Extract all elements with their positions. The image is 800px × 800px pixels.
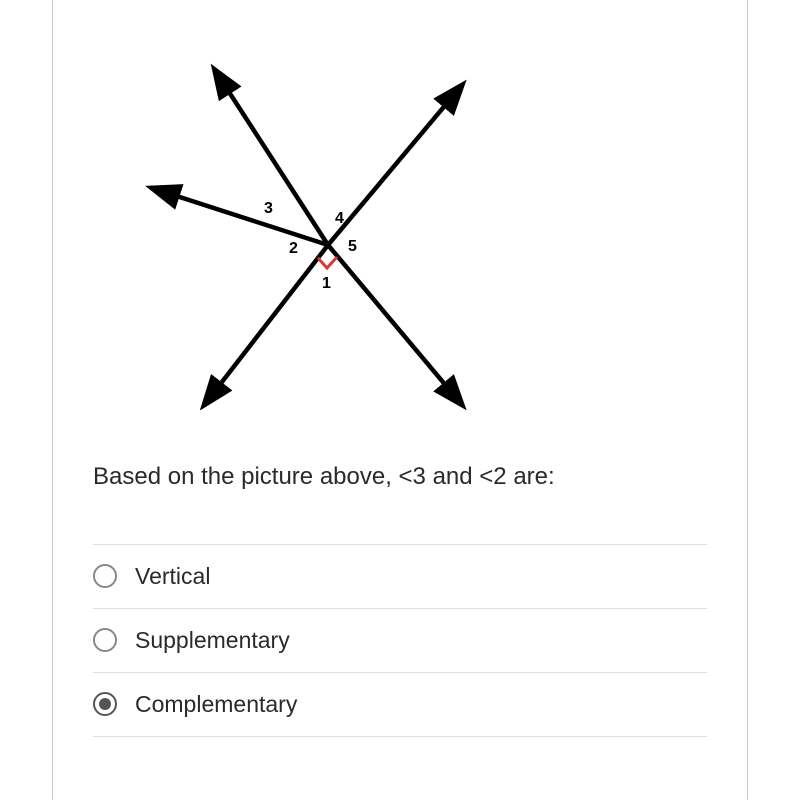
option-label: Complementary: [135, 691, 297, 718]
angle-label-3: 3: [264, 200, 273, 218]
radio-icon-selected: [93, 692, 117, 716]
angle-label-4: 4: [335, 210, 344, 228]
angle-label-2: 2: [289, 240, 298, 258]
question-text: Based on the picture above, <3 and <2 ar…: [53, 440, 747, 524]
radio-icon: [93, 628, 117, 652]
option-vertical[interactable]: Vertical: [93, 544, 707, 608]
option-complementary[interactable]: Complementary: [93, 672, 707, 737]
lines-svg: [113, 30, 513, 410]
answer-options: Vertical Supplementary Complementary: [53, 524, 747, 737]
question-card: 3 4 2 5 1 Based on the picture above, <3…: [52, 0, 748, 800]
option-label: Vertical: [135, 563, 210, 590]
diagram-area: 3 4 2 5 1: [53, 0, 747, 440]
option-label: Supplementary: [135, 627, 290, 654]
radio-icon: [93, 564, 117, 588]
angle-diagram: 3 4 2 5 1: [113, 30, 513, 410]
option-supplementary[interactable]: Supplementary: [93, 608, 707, 672]
angle-label-1: 1: [322, 275, 331, 293]
angle-label-5: 5: [348, 238, 357, 256]
